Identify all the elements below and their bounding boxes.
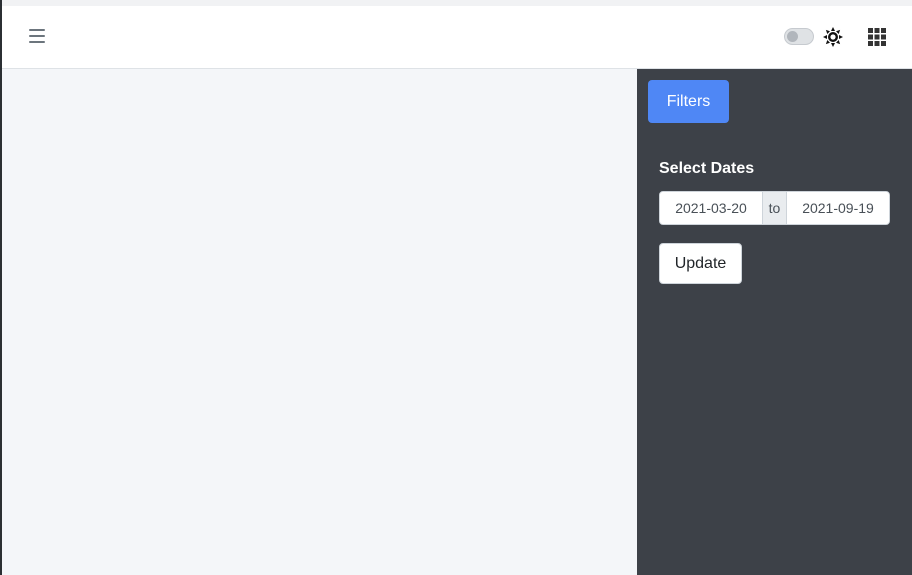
main-content [2,69,637,575]
top-navbar [2,6,912,69]
date-range-separator: to [762,192,787,224]
app-window: Filters Select Dates to Update [0,0,912,575]
start-date-input[interactable] [660,192,762,224]
theme-toggle[interactable] [784,28,814,45]
select-dates-label: Select Dates [659,160,755,177]
filters-button[interactable]: Filters [648,80,729,123]
date-range-group: to [659,191,890,225]
end-date-input[interactable] [787,192,889,224]
grid-icon[interactable] [868,28,886,46]
filter-sidebar: Filters Select Dates to Update [637,69,912,575]
update-button[interactable]: Update [659,243,742,284]
hamburger-icon[interactable] [29,28,45,44]
sun-icon[interactable] [823,27,843,47]
toggle-knob [787,31,798,42]
